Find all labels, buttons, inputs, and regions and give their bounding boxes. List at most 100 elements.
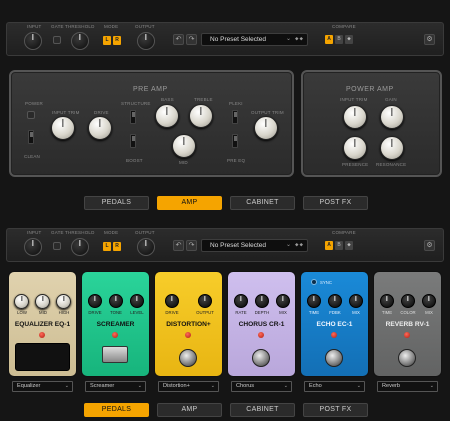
input-knob[interactable] bbox=[24, 32, 42, 50]
pedal-echo[interactable]: SYNC TIME FDBK MIX ECHO EC-1 bbox=[301, 272, 368, 376]
drive-knob[interactable] bbox=[88, 116, 112, 140]
echo-fdbk-knob[interactable] bbox=[328, 294, 342, 308]
pleki-toggle[interactable] bbox=[232, 110, 238, 124]
undo-icon[interactable]: ↶ bbox=[173, 240, 184, 251]
eq-high-knob[interactable] bbox=[56, 294, 71, 309]
structure-toggle[interactable] bbox=[130, 110, 136, 124]
echo-mix-knob[interactable] bbox=[349, 294, 363, 308]
input-knob[interactable] bbox=[24, 238, 42, 256]
pedal-screamer[interactable]: DRIVE TONE LEVEL SCREAMER bbox=[82, 272, 149, 376]
sync-label: SYNC bbox=[320, 280, 332, 285]
settings-icon[interactable]: ⚙ bbox=[424, 240, 435, 251]
threshold-knob[interactable] bbox=[71, 238, 89, 256]
chevron-down-icon: ⌄ bbox=[283, 383, 288, 389]
pa-input-trim-label: INPUT TRIM bbox=[340, 97, 368, 102]
mid-knob[interactable] bbox=[172, 134, 196, 158]
footswitch[interactable] bbox=[179, 349, 197, 367]
echo-time-knob[interactable] bbox=[307, 294, 321, 308]
gate-power-button[interactable] bbox=[53, 36, 61, 44]
pedal-distortion[interactable]: DRIVE OUTPUT DISTORTION+ bbox=[155, 272, 222, 376]
bass-knob[interactable] bbox=[155, 104, 179, 128]
compare-copy-button[interactable]: ⬥ bbox=[345, 35, 353, 44]
redo-icon[interactable]: ↷ bbox=[186, 240, 197, 251]
threshold-knob[interactable] bbox=[71, 32, 89, 50]
screamer-drive-knob[interactable] bbox=[88, 294, 102, 308]
pre-eq-toggle[interactable] bbox=[232, 134, 238, 148]
pedal-select-6[interactable]: Reverb ⌄ bbox=[377, 381, 438, 392]
mode-l-button[interactable]: L bbox=[103, 242, 111, 251]
undo-icon[interactable]: ↶ bbox=[173, 34, 184, 45]
resonance-knob[interactable] bbox=[380, 136, 404, 160]
tab-pedals[interactable]: PEDALS bbox=[84, 196, 149, 210]
reverb-color-knob[interactable] bbox=[401, 294, 415, 308]
pedal-select-3[interactable]: Distortion+ ⌄ bbox=[158, 381, 219, 392]
boost-toggle[interactable] bbox=[130, 134, 136, 148]
pedal-reverb[interactable]: TIME COLOR MIX REVERB RV-1 bbox=[374, 272, 441, 376]
tab-cabinet[interactable]: CABINET bbox=[230, 196, 295, 210]
mode-r-button[interactable]: R bbox=[113, 242, 121, 251]
tab-cabinet[interactable]: CABINET bbox=[230, 403, 295, 417]
tab-post-fx[interactable]: POST FX bbox=[303, 403, 368, 417]
pedal-select-1[interactable]: Equalizer ⌄ bbox=[12, 381, 73, 392]
output-trim-knob[interactable] bbox=[254, 116, 278, 140]
power-amp-panel: POWER AMP INPUT TRIM GAIN PRESENCE RESON… bbox=[301, 70, 442, 177]
preset-selector[interactable]: No Preset Selected ⌄ ⬥⬥ bbox=[201, 33, 308, 46]
select-value: Equalizer bbox=[17, 383, 41, 389]
distortion-output-knob[interactable] bbox=[198, 294, 212, 308]
treble-knob[interactable] bbox=[189, 104, 213, 128]
pedal-select-2[interactable]: Screamer ⌄ bbox=[85, 381, 146, 392]
tab-pedals[interactable]: PEDALS bbox=[84, 403, 149, 417]
select-value: Echo bbox=[309, 383, 322, 389]
input-label: INPUT bbox=[27, 24, 42, 29]
pedal-select-4[interactable]: Chorus ⌄ bbox=[231, 381, 292, 392]
power-button[interactable] bbox=[27, 111, 35, 119]
redo-icon[interactable]: ↷ bbox=[186, 34, 197, 45]
input-trim-knob[interactable] bbox=[51, 116, 75, 140]
tab-post-fx[interactable]: POST FX bbox=[303, 196, 368, 210]
pa-input-trim-knob[interactable] bbox=[343, 105, 367, 129]
eq-mid-knob[interactable] bbox=[35, 294, 50, 309]
compare-a-button[interactable]: A bbox=[325, 35, 333, 44]
preset-arrows-icon[interactable]: ⬥⬥ bbox=[295, 240, 304, 251]
reverb-time-knob[interactable] bbox=[380, 294, 394, 308]
footswitch-rect[interactable] bbox=[102, 346, 128, 363]
power-label: POWER bbox=[25, 101, 44, 106]
select-value: Reverb bbox=[382, 383, 401, 389]
output-knob[interactable] bbox=[137, 32, 155, 50]
settings-icon[interactable]: ⚙ bbox=[424, 34, 435, 45]
compare-b-button[interactable]: B bbox=[335, 35, 343, 44]
preset-arrows-icon[interactable]: ⬥⬥ bbox=[295, 34, 304, 45]
clean-toggle[interactable] bbox=[28, 130, 34, 144]
mode-r-button[interactable]: R bbox=[113, 36, 121, 45]
pedal-equalizer[interactable]: LOW MID HIGH EQUALIZER EQ-1 bbox=[9, 272, 76, 376]
footswitch[interactable] bbox=[252, 349, 270, 367]
screamer-level-knob[interactable] bbox=[130, 294, 144, 308]
gate-power-button[interactable] bbox=[53, 242, 61, 250]
pedal-led bbox=[404, 332, 410, 338]
preset-selector[interactable]: No Preset Selected ⌄ ⬥⬥ bbox=[201, 239, 308, 252]
chorus-depth-knob[interactable] bbox=[255, 294, 269, 308]
compare-b-button[interactable]: B bbox=[335, 241, 343, 250]
distortion-drive-knob[interactable] bbox=[165, 294, 179, 308]
pedal-chorus[interactable]: RATE DEPTH MIX CHORUS CR-1 bbox=[228, 272, 295, 376]
threshold-label: THRESHOLD bbox=[65, 24, 95, 29]
reverb-mix-knob[interactable] bbox=[422, 294, 436, 308]
pedal-led bbox=[185, 332, 191, 338]
footswitch[interactable] bbox=[398, 349, 416, 367]
footswitch[interactable] bbox=[325, 349, 343, 367]
compare-a-button[interactable]: A bbox=[325, 241, 333, 250]
presence-knob[interactable] bbox=[343, 136, 367, 160]
chorus-rate-knob[interactable] bbox=[234, 294, 248, 308]
eq-low-knob[interactable] bbox=[14, 294, 29, 309]
footswitch-pad[interactable] bbox=[15, 343, 70, 371]
tab-amp[interactable]: AMP bbox=[157, 196, 222, 210]
chorus-mix-knob[interactable] bbox=[276, 294, 290, 308]
resonance-label: RESONANCE bbox=[376, 162, 407, 167]
gain-knob[interactable] bbox=[380, 105, 404, 129]
compare-copy-button[interactable]: ⬥ bbox=[345, 241, 353, 250]
pedal-select-5[interactable]: Echo ⌄ bbox=[304, 381, 365, 392]
mode-l-button[interactable]: L bbox=[103, 36, 111, 45]
output-knob[interactable] bbox=[137, 238, 155, 256]
tab-amp[interactable]: AMP bbox=[157, 403, 222, 417]
screamer-tone-knob[interactable] bbox=[109, 294, 123, 308]
